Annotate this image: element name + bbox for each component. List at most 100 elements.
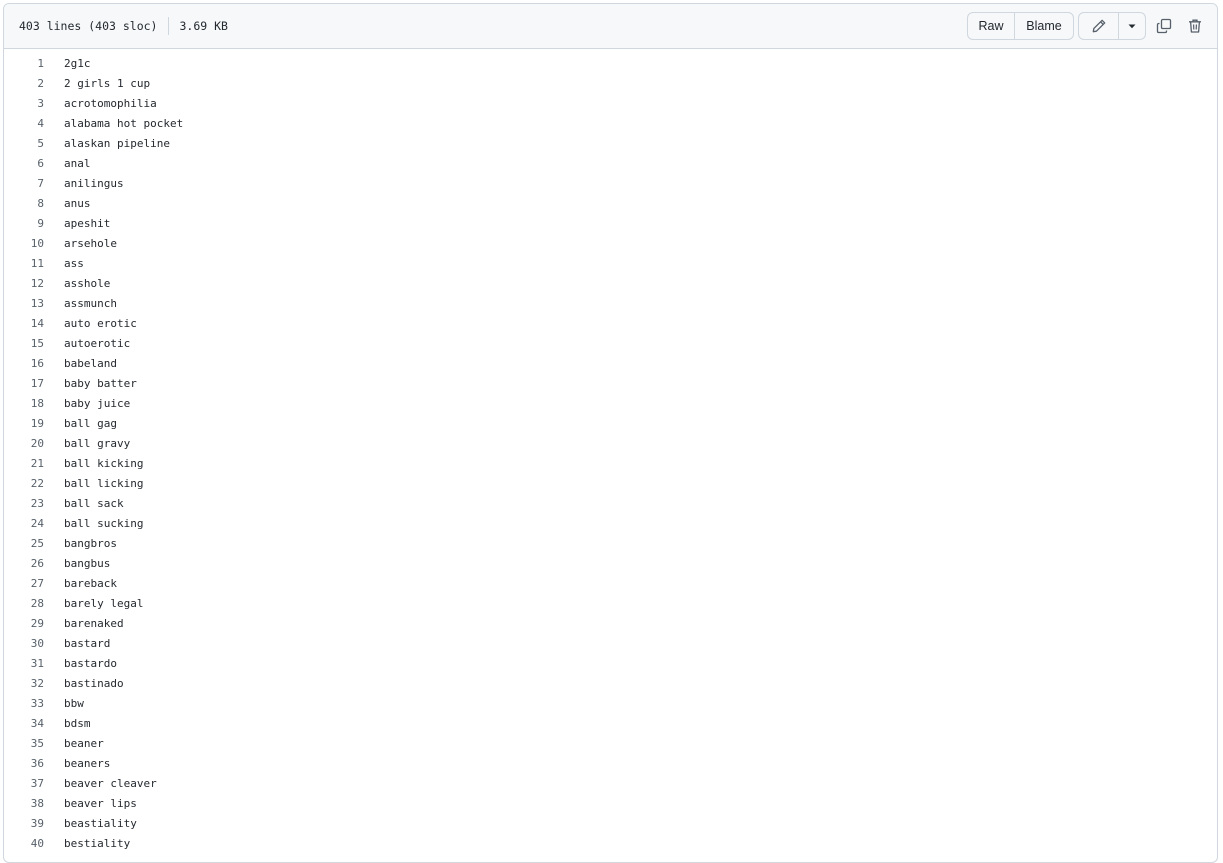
line-number[interactable]: 5	[4, 137, 44, 150]
line-text: beaners	[64, 756, 111, 770]
edit-button[interactable]	[1079, 13, 1119, 39]
line-text: barely legal	[64, 596, 144, 610]
file-size: 3.69 KB	[179, 19, 228, 33]
line-text: 2g1c	[64, 56, 91, 70]
line-text: beastiality	[64, 816, 137, 830]
code-line: 21 ball kicking	[4, 453, 1217, 473]
line-text: ball kicking	[64, 456, 144, 470]
line-number[interactable]: 14	[4, 317, 44, 330]
blame-button[interactable]: Blame	[1015, 13, 1073, 39]
copy-icon	[1156, 18, 1172, 34]
code-line: 27 bareback	[4, 573, 1217, 593]
code-line: 32 bastinado	[4, 673, 1217, 693]
raw-button[interactable]: Raw	[968, 13, 1015, 39]
line-text: ball licking	[64, 476, 144, 490]
code-line: 1 2g1c	[4, 53, 1217, 73]
edit-options-button[interactable]	[1119, 13, 1145, 39]
file-viewer: 403 lines (403 sloc) 3.69 KB Raw Blame 1…	[3, 3, 1218, 863]
line-number[interactable]: 40	[4, 837, 44, 850]
raw-blame-group: Raw Blame	[967, 12, 1074, 40]
line-number[interactable]: 36	[4, 757, 44, 770]
file-header: 403 lines (403 sloc) 3.69 KB Raw Blame	[4, 4, 1217, 49]
trash-icon	[1189, 19, 1201, 33]
code-line: 6 anal	[4, 153, 1217, 173]
line-text: anal	[64, 156, 91, 170]
line-text: ball sack	[64, 496, 124, 510]
line-number[interactable]: 1	[4, 57, 44, 70]
line-number[interactable]: 3	[4, 97, 44, 110]
line-text: babeland	[64, 356, 117, 370]
line-number[interactable]: 10	[4, 237, 44, 250]
line-number[interactable]: 28	[4, 597, 44, 610]
line-text: bastinado	[64, 676, 124, 690]
code-line: 26 bangbus	[4, 553, 1217, 573]
line-number[interactable]: 26	[4, 557, 44, 570]
line-text: ass	[64, 256, 84, 270]
line-number[interactable]: 11	[4, 257, 44, 270]
code-line: 5 alaskan pipeline	[4, 133, 1217, 153]
delete-button[interactable]	[1182, 13, 1208, 39]
line-text: bdsm	[64, 716, 91, 730]
line-number[interactable]: 15	[4, 337, 44, 350]
line-text: bangbros	[64, 536, 117, 550]
line-number[interactable]: 13	[4, 297, 44, 310]
line-text: ball gag	[64, 416, 117, 430]
code-line: 40 bestiality	[4, 833, 1217, 853]
line-text: asshole	[64, 276, 111, 290]
line-number[interactable]: 4	[4, 117, 44, 130]
line-number[interactable]: 8	[4, 197, 44, 210]
line-number[interactable]: 16	[4, 357, 44, 370]
code-line: 11 ass	[4, 253, 1217, 273]
line-number[interactable]: 22	[4, 477, 44, 490]
line-text: auto erotic	[64, 316, 137, 330]
line-number[interactable]: 27	[4, 577, 44, 590]
code-line: 20 ball gravy	[4, 433, 1217, 453]
line-number[interactable]: 19	[4, 417, 44, 430]
line-number[interactable]: 39	[4, 817, 44, 830]
line-number[interactable]: 21	[4, 457, 44, 470]
line-number[interactable]: 17	[4, 377, 44, 390]
line-number[interactable]: 30	[4, 637, 44, 650]
code-line: 31 bastardo	[4, 653, 1217, 673]
line-text: assmunch	[64, 296, 117, 310]
code-line: 30 bastard	[4, 633, 1217, 653]
line-number[interactable]: 9	[4, 217, 44, 230]
line-text: baby juice	[64, 396, 131, 410]
copy-button[interactable]	[1151, 13, 1177, 39]
line-number[interactable]: 23	[4, 497, 44, 510]
code-line: 17 baby batter	[4, 373, 1217, 393]
line-number[interactable]: 33	[4, 697, 44, 710]
line-text: alaskan pipeline	[64, 136, 170, 150]
line-text: arsehole	[64, 236, 117, 250]
line-number[interactable]: 6	[4, 157, 44, 170]
line-number[interactable]: 32	[4, 677, 44, 690]
line-number[interactable]: 2	[4, 77, 44, 90]
line-text: baby batter	[64, 376, 137, 390]
line-number[interactable]: 12	[4, 277, 44, 290]
code-line: 9 apeshit	[4, 213, 1217, 233]
code-line: 34 bdsm	[4, 713, 1217, 733]
code-line: 33 bbw	[4, 693, 1217, 713]
code-line: 2 2 girls 1 cup	[4, 73, 1217, 93]
line-number[interactable]: 37	[4, 777, 44, 790]
code-line: 7 anilingus	[4, 173, 1217, 193]
code-line: 3 acrotomophilia	[4, 93, 1217, 113]
line-number[interactable]: 38	[4, 797, 44, 810]
code-line: 24 ball sucking	[4, 513, 1217, 533]
line-number[interactable]: 25	[4, 537, 44, 550]
line-number[interactable]: 31	[4, 657, 44, 670]
code-line: 8 anus	[4, 193, 1217, 213]
line-number[interactable]: 20	[4, 437, 44, 450]
line-number[interactable]: 29	[4, 617, 44, 630]
line-number[interactable]: 35	[4, 737, 44, 750]
line-text: bareback	[64, 576, 117, 590]
line-text: alabama hot pocket	[64, 116, 184, 130]
line-count: 403 lines (403 sloc)	[19, 19, 158, 33]
line-text: bestiality	[64, 836, 131, 850]
line-number[interactable]: 34	[4, 717, 44, 730]
line-number[interactable]: 7	[4, 177, 44, 190]
line-number[interactable]: 24	[4, 517, 44, 530]
line-number[interactable]: 18	[4, 397, 44, 410]
line-text: bastard	[64, 636, 111, 650]
line-text: ball gravy	[64, 436, 131, 450]
